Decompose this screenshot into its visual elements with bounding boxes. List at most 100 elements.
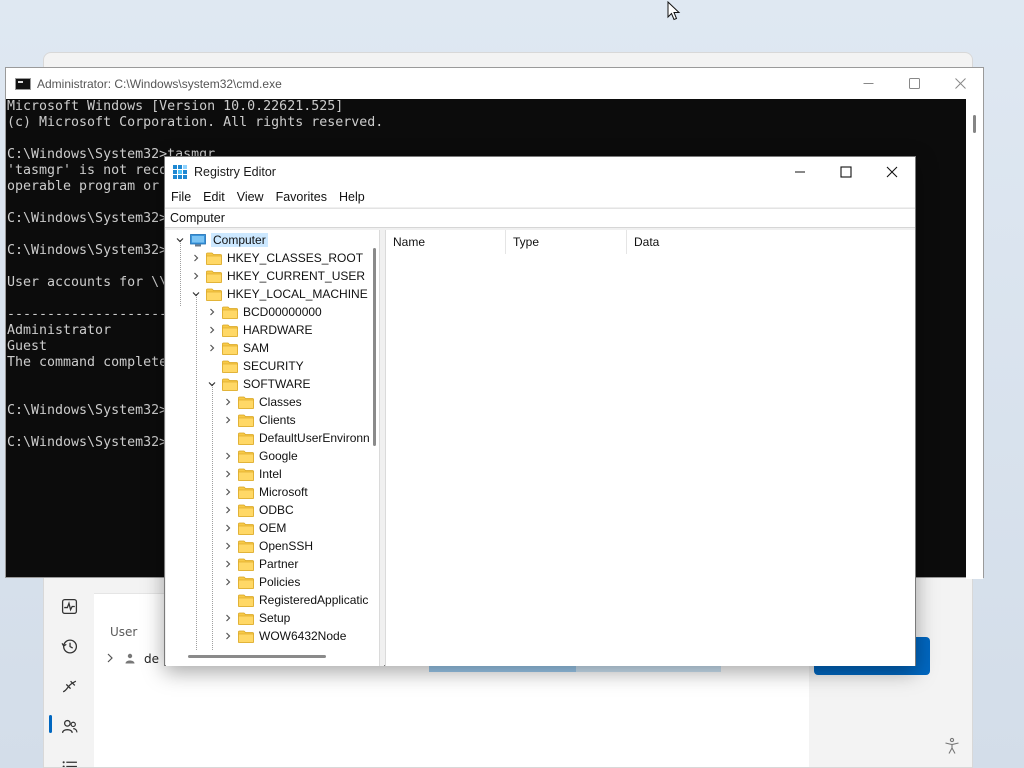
tree-node-sam[interactable]: SAM [207,339,269,357]
column-header-data[interactable]: Data [627,230,747,254]
tree-node-bcd00000000[interactable]: BCD00000000 [207,303,322,321]
cmd-titlebar[interactable]: Administrator: C:\Windows\system32\cmd.e… [6,68,983,99]
column-header-name[interactable]: Name [386,230,506,254]
tree-guide-line [180,240,181,306]
folder-icon [238,594,254,607]
chevron-right-icon[interactable] [223,613,233,623]
details-icon[interactable] [54,753,84,767]
tree-node-odbc[interactable]: ODBC [223,501,294,519]
cmd-window-title: Administrator: C:\Windows\system32\cmd.e… [37,76,282,91]
users-icon[interactable] [54,713,84,739]
maximize-button[interactable] [891,68,937,99]
folder-icon [238,486,254,499]
menu-help[interactable]: Help [339,190,365,204]
tree-node-hkey-classes-root[interactable]: HKEY_CLASSES_ROOT [191,249,363,267]
activity-icon[interactable] [54,593,84,619]
chevron-right-icon[interactable] [207,307,217,317]
pane-splitter[interactable] [380,230,384,666]
menu-favorites[interactable]: Favorites [276,190,327,204]
chevron-right-icon[interactable] [223,487,233,497]
task-manager-nav [44,583,94,767]
chevron-right-icon[interactable] [223,577,233,587]
column-header-type[interactable]: Type [506,230,627,254]
chevron-right-icon[interactable] [223,523,233,533]
close-button[interactable] [937,68,983,99]
chevron-right-icon[interactable] [207,343,217,353]
folder-icon [222,324,238,337]
tree-vertical-scroll-thumb[interactable] [373,248,376,446]
chevron-down-icon[interactable] [207,379,217,389]
tree-horizontal-scrollbar[interactable] [166,649,369,663]
address-bar[interactable]: Computer [165,208,915,228]
maximize-button[interactable] [823,157,869,187]
tree-node-label: HKEY_CURRENT_USER [227,269,366,283]
registry-window-title: Registry Editor [194,165,276,179]
folder-icon [238,630,254,643]
tree-guide-line [212,384,213,650]
registry-values-list[interactable]: Name Type Data [385,230,915,666]
folder-icon [238,396,254,409]
chevron-right-icon[interactable] [223,631,233,641]
folder-icon [238,558,254,571]
tree-node-microsoft[interactable]: Microsoft [223,483,308,501]
user-row[interactable]: de [104,649,159,669]
chevron-right-icon[interactable] [223,505,233,515]
chevron-right-icon[interactable] [223,451,233,461]
values-list-header: Name Type Data [386,230,915,254]
tree-node-label: ODBC [259,503,294,517]
registry-editor-window[interactable]: Registry Editor File Edit View Favorites… [164,156,916,666]
minimize-button[interactable] [845,68,891,99]
menu-edit[interactable]: Edit [203,190,225,204]
cmd-scroll-thumb[interactable] [973,115,976,133]
chevron-right-icon[interactable] [223,469,233,479]
folder-icon [238,540,254,553]
minimize-button[interactable] [777,157,823,187]
tree-node-hardware[interactable]: HARDWARE [207,321,313,339]
menu-file[interactable]: File [171,190,191,204]
chevron-right-icon[interactable] [191,271,201,281]
tree-node-security[interactable]: SECURITY [207,357,304,375]
tree-node-oem[interactable]: OEM [223,519,286,537]
history-icon[interactable] [54,633,84,659]
chevron-right-icon[interactable] [223,415,233,425]
chevron-right-icon[interactable] [223,541,233,551]
tree-node-label: WOW6432Node [259,629,347,643]
tree-horizontal-scroll-thumb[interactable] [188,655,326,658]
startup-icon[interactable] [54,673,84,699]
cmd-scrollbar[interactable] [966,99,983,579]
tree-node-computer[interactable]: Computer [175,231,268,249]
menu-view[interactable]: View [237,190,264,204]
tree-node-label: Google [259,449,298,463]
tree-node-classes[interactable]: Classes [223,393,302,411]
tree-node-setup[interactable]: Setup [223,609,290,627]
tree-node-google[interactable]: Google [223,447,298,465]
tree-node-label: SAM [243,341,270,355]
tree-vertical-scrollbar[interactable] [369,230,379,648]
tree-node-wow6432node[interactable]: WOW6432Node [223,627,346,645]
tree-node-registeredapplicatic[interactable]: RegisteredApplicatic [223,591,368,609]
tree-node-defaultuserenvironn[interactable]: DefaultUserEnvironn [223,429,370,447]
chevron-right-icon[interactable] [191,253,201,263]
tree-node-clients[interactable]: Clients [223,411,296,429]
chevron-down-icon[interactable] [175,235,185,245]
tree-node-hkey-local-machine[interactable]: HKEY_LOCAL_MACHINE [191,285,368,303]
chevron-right-icon[interactable] [223,397,233,407]
tree-node-label: Setup [259,611,291,625]
column-header-user[interactable]: User [110,625,137,639]
tree-node-openssh[interactable]: OpenSSH [223,537,313,555]
tree-node-intel[interactable]: Intel [223,465,282,483]
tree-node-software[interactable]: SOFTWARE [207,375,311,393]
folder-icon [222,306,238,319]
close-button[interactable] [869,157,915,187]
tree-node-partner[interactable]: Partner [223,555,298,573]
chevron-down-icon[interactable] [191,289,201,299]
tree-node-hkey-current-user[interactable]: HKEY_CURRENT_USER [191,267,365,285]
registry-titlebar[interactable]: Registry Editor [165,157,915,187]
accessibility-icon[interactable] [940,734,964,758]
tree-node-label: HARDWARE [243,323,313,337]
chevron-right-icon[interactable] [207,325,217,335]
chevron-right-icon[interactable] [104,652,116,667]
registry-tree[interactable]: Computer HKEY_CLASSES_ROOT HKEY_CURRENT_US… [166,230,380,666]
tree-node-policies[interactable]: Policies [223,573,300,591]
chevron-right-icon[interactable] [223,559,233,569]
